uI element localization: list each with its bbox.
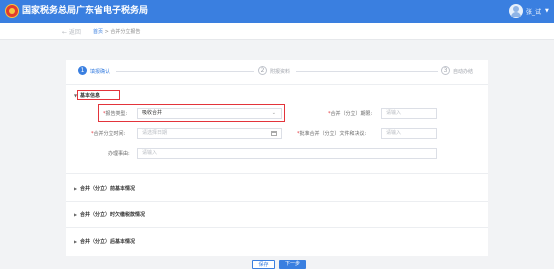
divider	[66, 227, 488, 228]
section-pre-merge-title: 合并（分立）前基本情况	[80, 186, 136, 192]
breadcrumb: 首页 > 合并分立报告	[93, 28, 140, 35]
step-connector	[116, 71, 254, 72]
chevron-down-icon[interactable]: ▼	[545, 8, 549, 14]
remark-label: 办理事由:	[108, 151, 130, 157]
step-2-label: 附报资料	[270, 69, 291, 75]
username[interactable]: 张_试	[526, 7, 541, 16]
back-button[interactable]: ← 返回	[62, 27, 81, 36]
divider	[66, 173, 488, 174]
section-tax-arrears-header[interactable]: ▶ 合并（分立）时欠缴税款情况	[74, 211, 145, 218]
section-post-merge-title: 合并（分立）后基本情况	[80, 239, 136, 245]
remark-input[interactable]: 请输入	[137, 148, 437, 159]
step-connector	[296, 71, 438, 72]
approval-doc-input[interactable]: 请输入	[381, 128, 437, 139]
breadcrumb-bar	[0, 23, 554, 40]
merge-date-label: *合并（分立）期限:	[328, 111, 373, 117]
merge-date-input[interactable]: 请输入	[381, 108, 437, 119]
next-step-button[interactable]: 下一步	[279, 260, 306, 269]
step-1-label: 填报确认	[90, 69, 111, 75]
breadcrumb-home[interactable]: 首页	[93, 29, 103, 35]
highlight-box	[98, 104, 285, 122]
divider	[66, 201, 488, 202]
divider	[66, 84, 488, 85]
breadcrumb-current: 合并分立报告	[110, 29, 141, 35]
highlight-box	[77, 90, 120, 100]
step-3-label: 自动办结	[453, 69, 474, 75]
section-post-merge-header[interactable]: ▶ 合并（分立）后基本情况	[74, 238, 135, 245]
user-avatar-icon[interactable]	[509, 4, 523, 18]
site-title[interactable]: 国家税务总局广东省电子税务局	[22, 5, 148, 17]
step-3-number: 3	[441, 66, 450, 75]
approval-doc-label: *批准合并（分立）文件和决议:	[297, 131, 367, 137]
save-button[interactable]: 保存	[252, 260, 275, 269]
calendar-icon	[271, 131, 277, 136]
step-progress: 1 填报确认 2 附报资料 3 自动办结	[66, 63, 488, 81]
national-emblem-icon	[5, 4, 19, 18]
step-1-number: 1	[78, 66, 87, 75]
merge-time-label: *合并分立时间:	[91, 131, 126, 137]
section-pre-merge-header[interactable]: ▶ 合并（分立）前基本情况	[74, 185, 135, 192]
step-2-number: 2	[258, 66, 267, 75]
merge-time-date-picker[interactable]: 请选择日期	[137, 128, 282, 139]
section-tax-arrears-title: 合并（分立）时欠缴税款情况	[80, 212, 146, 218]
